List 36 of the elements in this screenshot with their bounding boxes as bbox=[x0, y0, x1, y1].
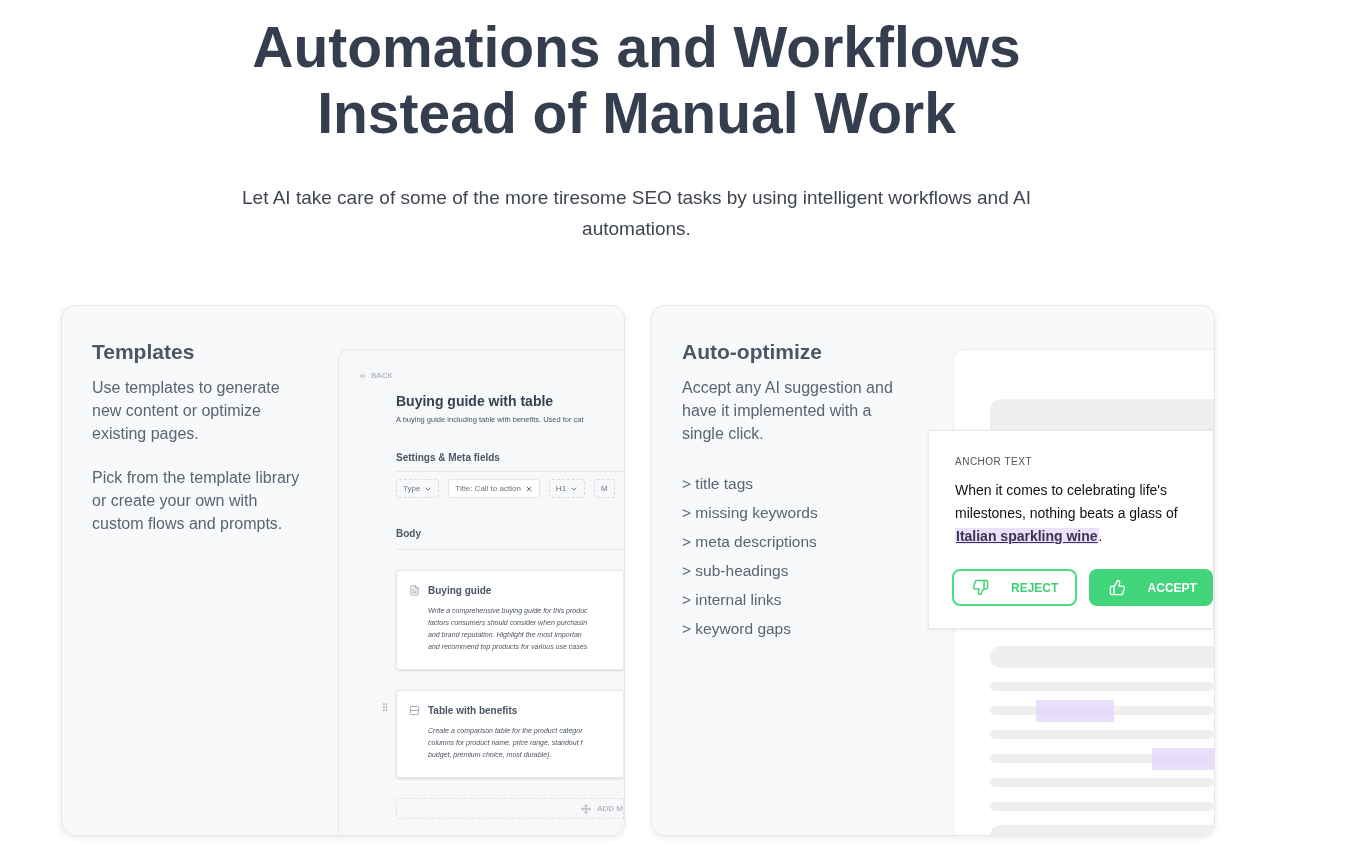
add-more-button[interactable]: ADD M bbox=[396, 798, 624, 820]
feature-item: > keyword gaps bbox=[682, 618, 792, 639]
dropdown-chip[interactable]: Type bbox=[396, 479, 440, 499]
feature-item: > meta descriptions bbox=[682, 531, 818, 552]
template-title: Buying guide with table bbox=[396, 392, 555, 411]
anchor-link[interactable]: Italian sparkling wine bbox=[955, 528, 1099, 544]
feature-item: > internal links bbox=[682, 589, 783, 610]
block-title: Buying guide bbox=[428, 584, 493, 599]
card-title: Templates bbox=[92, 339, 196, 365]
block-title: Table with benefits bbox=[428, 704, 519, 719]
filter-chip[interactable]: Title: Call to action bbox=[448, 479, 540, 499]
page-heading: Automations and Workflows Instead of Manual Work bbox=[252, 14, 1021, 146]
dropdown-chip[interactable]: H1 bbox=[548, 479, 586, 499]
document-icon bbox=[409, 585, 420, 597]
close-icon[interactable] bbox=[524, 484, 533, 493]
feature-item: > title tags bbox=[682, 473, 755, 494]
drag-handle-icon[interactable] bbox=[380, 702, 390, 713]
card-description: Accept any AI suggestion and have it implemented with a single click. bbox=[682, 377, 894, 444]
card-description: Pick from the template library or create your own with custom flows and prompts. bbox=[92, 467, 301, 534]
intro-text: Let AI take care of some of the more tiresome SEO tasks by using intelligent workflows and AI automations. bbox=[241, 186, 1032, 241]
section-heading: Body bbox=[396, 526, 624, 551]
back-link[interactable]: BACK bbox=[359, 370, 624, 382]
card-description: Use templates to generate new content or optimize existing pages. bbox=[92, 377, 281, 444]
dropdown-chip[interactable]: M bbox=[594, 479, 615, 499]
thumbs-down-icon bbox=[972, 579, 989, 596]
move-icon bbox=[581, 803, 592, 814]
section-heading: Settings & Meta fields bbox=[396, 450, 624, 473]
highlight-mark bbox=[1152, 748, 1214, 770]
feature-item: > missing keywords bbox=[682, 502, 819, 523]
popup-label: ANCHOR TEXT bbox=[955, 455, 1033, 469]
feature-item: > sub-headings bbox=[682, 560, 790, 581]
anchor-sentence: When it comes to celebrating life's milestones, nothing beats a glass of Italian sparkling wine. bbox=[955, 481, 1179, 546]
thumbs-up-icon bbox=[1108, 579, 1126, 596]
table-icon bbox=[409, 705, 420, 717]
arrow-left-icon bbox=[359, 372, 367, 380]
card-title: Auto-optimize bbox=[682, 339, 823, 365]
